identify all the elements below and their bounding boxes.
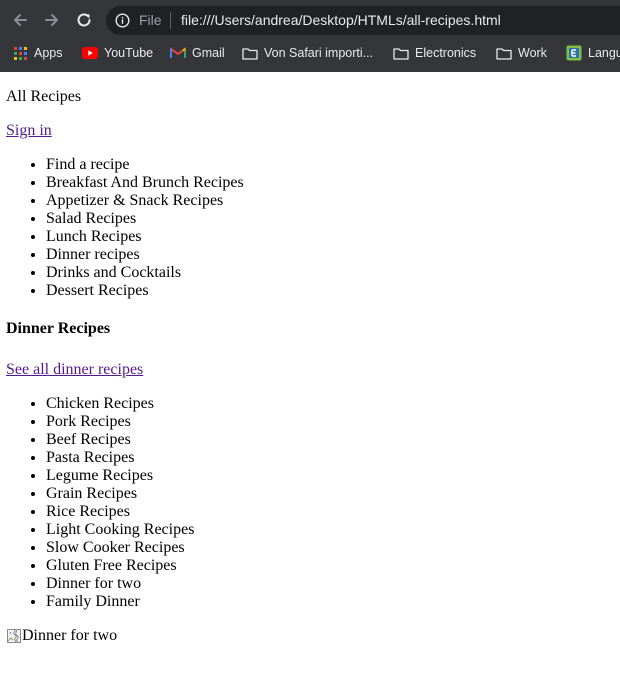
list-item: Dinner for two xyxy=(46,575,566,593)
list-item: Beef Recipes xyxy=(46,431,566,449)
browser-chrome: File file:///Users/andrea/Desktop/HTMLs/… xyxy=(0,0,620,72)
list-item: Breakfast And Brunch Recipes xyxy=(46,174,566,192)
url-text[interactable]: file:///Users/andrea/Desktop/HTMLs/all-r… xyxy=(181,12,501,28)
folder-icon xyxy=(393,45,409,61)
arrow-left-icon xyxy=(14,14,27,26)
bookmark-label: Electronics xyxy=(415,46,477,60)
bookmark-folder-electronics[interactable]: Electronics xyxy=(393,44,476,62)
bookmark-folder-work[interactable]: Work xyxy=(496,44,547,62)
arrow-right-icon xyxy=(45,14,58,26)
recipe-nav-list: Find a recipe Breakfast And Brunch Recip… xyxy=(6,156,566,300)
list-item: Find a recipe xyxy=(46,156,566,174)
signin-paragraph: Sign in xyxy=(6,122,52,140)
reload-icon xyxy=(77,13,91,27)
signin-link[interactable]: Sign in xyxy=(6,122,52,139)
bookmark-youtube[interactable]: YouTube xyxy=(82,44,153,62)
reload-button[interactable] xyxy=(72,8,96,32)
list-item: Dessert Recipes xyxy=(46,282,566,300)
folder-icon xyxy=(496,45,512,61)
bookmark-label: Gmail xyxy=(192,46,225,60)
bookmark-langu[interactable]: Langu xyxy=(566,44,620,62)
back-button[interactable] xyxy=(8,8,32,32)
gmail-icon xyxy=(170,45,186,61)
list-item: Drinks and Cocktails xyxy=(46,264,566,282)
forward-button[interactable] xyxy=(40,8,64,32)
list-item: Pasta Recipes xyxy=(46,449,566,467)
list-item: Legume Recipes xyxy=(46,467,566,485)
omnibox-divider xyxy=(170,12,171,29)
broken-image: Dinner for two xyxy=(6,627,117,645)
bookmark-gmail[interactable]: Gmail xyxy=(170,44,225,62)
bookmark-apps[interactable]: Apps xyxy=(12,44,63,62)
bookmark-folder-vonsafari[interactable]: Von Safari importi... xyxy=(242,44,373,62)
dinner-category-list: Chicken Recipes Pork Recipes Beef Recipe… xyxy=(6,395,566,611)
browser-toolbar: File file:///Users/andrea/Desktop/HTMLs/… xyxy=(0,0,620,40)
list-item: Grain Recipes xyxy=(46,485,566,503)
youtube-icon xyxy=(82,45,98,61)
bookmark-label: YouTube xyxy=(104,46,154,60)
section-heading: Dinner Recipes xyxy=(6,320,111,337)
see-all-paragraph: See all dinner recipes xyxy=(6,361,143,379)
info-icon[interactable] xyxy=(115,13,130,28)
apps-grid-icon xyxy=(12,45,28,61)
list-item: Slow Cooker Recipes xyxy=(46,539,566,557)
bookmarks-bar: Apps YouTube Gmail Von Safari importi...… xyxy=(0,40,620,66)
list-item: Appetizer & Snack Recipes xyxy=(46,192,566,210)
broken-image-icon xyxy=(7,629,21,643)
folder-icon xyxy=(242,45,258,61)
bookmark-label: Apps xyxy=(34,46,63,60)
list-item: Lunch Recipes xyxy=(46,228,566,246)
address-bar[interactable]: File file:///Users/andrea/Desktop/HTMLs/… xyxy=(106,6,620,35)
list-item: Pork Recipes xyxy=(46,413,566,431)
list-item: Dinner recipes xyxy=(46,246,566,264)
site-title: All Recipes xyxy=(6,88,82,105)
bookmark-label: Work xyxy=(518,46,547,60)
list-item: Family Dinner xyxy=(46,593,566,611)
see-all-dinner-link[interactable]: See all dinner recipes xyxy=(6,361,143,378)
list-item: Chicken Recipes xyxy=(46,395,566,413)
list-item: Light Cooking Recipes xyxy=(46,521,566,539)
bookmark-label: Von Safari importi... xyxy=(264,46,374,60)
bookmark-label: Langu xyxy=(588,46,620,60)
list-item: Rice Recipes xyxy=(46,503,566,521)
list-item: Gluten Free Recipes xyxy=(46,557,566,575)
image-alt-text: Dinner for two xyxy=(22,627,118,644)
list-item: Salad Recipes xyxy=(46,210,566,228)
url-scheme-label: File xyxy=(139,12,162,28)
language-app-icon xyxy=(566,45,582,61)
